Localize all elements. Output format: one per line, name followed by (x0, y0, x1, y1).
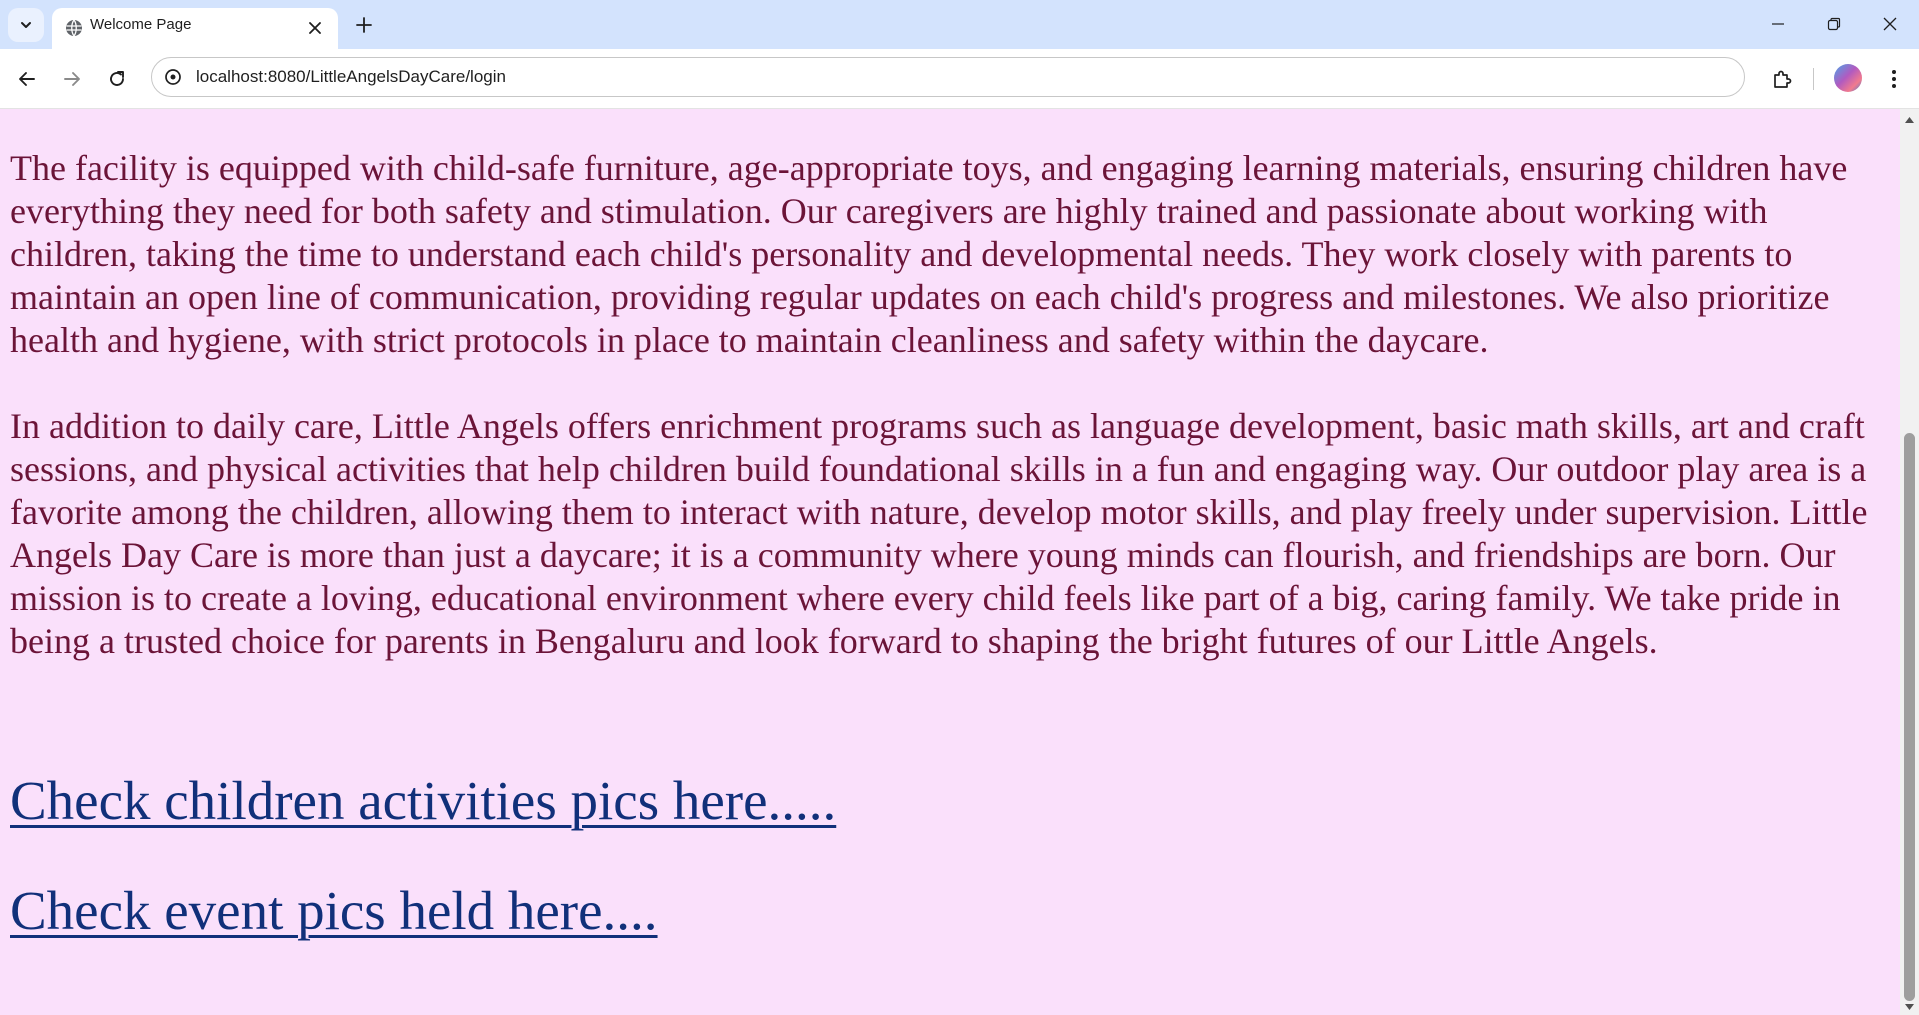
caret-down-icon (1905, 1004, 1914, 1010)
tab-strip: Welcome Page (0, 0, 1919, 49)
site-info-icon (165, 69, 181, 85)
restore-button[interactable] (1806, 0, 1862, 48)
restore-icon (1827, 17, 1841, 31)
scrollbar-thumb[interactable] (1904, 433, 1915, 1001)
url-text[interactable]: localhost:8080/LittleAngelsDayCare/login (196, 58, 506, 96)
reload-icon (110, 71, 124, 86)
facility-paragraph: The facility is equipped with child-safe… (10, 148, 1848, 360)
enrichment-paragraph: In addition to daily care, Little Angels… (10, 406, 1868, 661)
globe-icon (66, 19, 82, 37)
arrow-left-icon (19, 72, 35, 86)
address-bar[interactable]: localhost:8080/LittleAngelsDayCare/login (151, 57, 1745, 97)
minimize-icon (1772, 23, 1784, 25)
close-icon (309, 22, 321, 34)
close-icon (1883, 17, 1897, 31)
page-scrollbar[interactable] (1900, 109, 1919, 1015)
browser-menu-button[interactable] (1878, 63, 1910, 95)
puzzle-icon (1774, 70, 1792, 88)
page-viewport: The facility is equipped with child-safe… (0, 109, 1900, 1015)
close-window-button[interactable] (1862, 0, 1918, 48)
caret-up-icon (1905, 117, 1914, 123)
extensions-button[interactable] (1766, 63, 1798, 95)
new-tab-button[interactable] (350, 11, 378, 39)
site-info-button[interactable] (162, 66, 184, 88)
tab-search-button[interactable] (8, 8, 44, 42)
tab-close-button[interactable] (304, 17, 326, 39)
plus-icon (356, 17, 372, 33)
back-button[interactable] (11, 63, 43, 95)
chevron-down-icon (21, 22, 31, 28)
browser-toolbar: localhost:8080/LittleAngelsDayCare/login (0, 49, 1919, 109)
scroll-down-arrow[interactable] (1904, 1002, 1915, 1012)
toolbar-divider (1813, 68, 1814, 90)
arrow-right-icon (64, 72, 80, 86)
kebab-menu-icon (1892, 70, 1896, 88)
avatar[interactable] (1834, 64, 1862, 92)
tab-title: Welcome Page (90, 16, 192, 33)
active-tab[interactable]: Welcome Page (52, 8, 338, 49)
page-content: The facility is equipped with child-safe… (10, 147, 1890, 706)
event-pics-link[interactable]: Check event pics held here.... (10, 879, 658, 943)
activities-pics-link[interactable]: Check children activities pics here..... (10, 769, 836, 833)
forward-button[interactable] (56, 63, 88, 95)
minimize-button[interactable] (1750, 0, 1806, 48)
scroll-up-arrow[interactable] (1904, 115, 1915, 125)
reload-button[interactable] (101, 63, 133, 95)
